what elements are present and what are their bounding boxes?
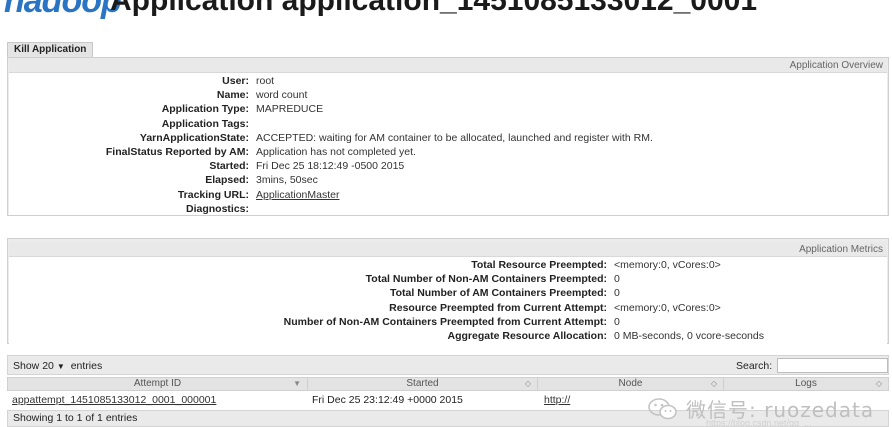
sort-both-icon: ◇ (524, 379, 531, 388)
overview-key: YarnApplicationState: (139, 131, 249, 144)
metrics-value: 0 (614, 273, 620, 286)
attempt-started-cell: Fri Dec 25 23:12:49 +0000 2015 (312, 394, 463, 406)
sort-both-icon: ◇ (710, 379, 717, 388)
metrics-value: 0 MB-seconds, 0 vcore-seconds (614, 329, 764, 342)
page-title: Application application_1451085133012_00… (110, 0, 758, 17)
metrics-key: Resource Preempted from Current Attempt: (389, 301, 607, 314)
overview-row-tracking-url: Tracking URL: ApplicationMaster (9, 188, 887, 202)
overview-key: Application Type: (161, 103, 249, 116)
overview-key: FinalStatus Reported by AM: (105, 145, 249, 158)
column-header-node[interactable]: Node ◇ (538, 378, 724, 390)
overview-key: Tracking URL: (177, 188, 249, 201)
metrics-heading: Application Metrics (9, 242, 887, 257)
overview-row-finalstatus: FinalStatus Reported by AM: Application h… (9, 145, 887, 159)
metrics-key: Total Number of AM Containers Preempted: (389, 287, 607, 300)
overview-row-name: Name: word count (9, 88, 887, 102)
metrics-key: Total Resource Preempted: (471, 259, 607, 271)
metrics-key: Aggregate Resource Allocation: (447, 329, 607, 342)
column-label: Logs (795, 378, 817, 389)
dropdown-caret-icon: ▼ (56, 362, 65, 371)
overview-value: Application has not completed yet. (256, 145, 416, 158)
overview-key: Name: (216, 89, 249, 102)
kill-application-tab[interactable]: Kill Application (7, 42, 94, 57)
overview-value: root (256, 75, 275, 87)
entries-length-control: Show 20 ▼ entries (13, 357, 102, 376)
overview-row-diagnostics: Diagnostics: (9, 202, 887, 216)
overview-row-user: User: root (9, 74, 887, 88)
column-label: Attempt ID (133, 378, 182, 389)
metrics-key: Number of Non-AM Containers Preempted fr… (283, 315, 607, 328)
column-header-attempt-id[interactable]: Attempt ID ▼ (8, 378, 308, 390)
table-info: Showing 1 to 1 of 1 entries (7, 410, 889, 427)
overview-key: User: (222, 75, 249, 87)
overview-row-started: Started: Fri Dec 25 18:12:49 -0500 2015 (9, 159, 887, 173)
overview-heading: Application Overview (9, 58, 887, 73)
application-metrics-panel: Application Metrics Total Resource Preem… (7, 238, 889, 346)
page-header: hadoop Application application_145108513… (0, 0, 892, 32)
metrics-row: Number of Non-AM Containers Preempted fr… (9, 315, 887, 329)
metrics-row: Total Number of AM Containers Preempted:… (9, 286, 887, 300)
overview-row-state: YarnApplicationState: ACCEPTED: waiting f… (9, 131, 887, 145)
overview-value: Fri Dec 25 18:12:49 -0500 2015 (256, 160, 405, 173)
search-input[interactable] (777, 358, 888, 373)
metrics-value: <memory:0, vCores:0> (614, 259, 721, 271)
metrics-row: Total Number of Non-AM Containers Preemp… (9, 272, 887, 286)
metrics-value: <memory:0, vCores:0> (614, 301, 721, 314)
sort-desc-icon: ▼ (293, 379, 301, 388)
application-overview-panel: Application Overview User: root Name: word… (7, 57, 889, 216)
metrics-value: 0 (614, 315, 620, 328)
overview-value: ACCEPTED: waiting for AM container to be… (256, 131, 653, 144)
overview-key: Application Tags: (161, 117, 249, 130)
metrics-row: Aggregate Resource Allocation: 0 MB-secon… (9, 329, 887, 343)
logo-text: hadoop (4, 0, 122, 20)
attempts-table-toolbar: Show 20 ▼ entries Search: (7, 355, 889, 375)
sort-both-icon: ◇ (875, 379, 882, 388)
entries-label: entries (70, 360, 103, 372)
overview-value: MAPREDUCE (256, 103, 324, 116)
overview-key: Diagnostics: (185, 202, 249, 215)
hadoop-logo[interactable]: hadoop (4, 0, 122, 20)
overview-value: 3mins, 50sec (256, 174, 318, 187)
metrics-row: Total Resource Preempted: <memory:0, vCor… (9, 258, 887, 272)
overview-value: word count (256, 89, 308, 102)
column-label: Node (618, 378, 643, 389)
metrics-row: Resource Preempted from Current Attempt:… (9, 301, 887, 315)
overview-row-type: Application Type: MAPREDUCE (9, 102, 887, 116)
overview-row-tags: Application Tags: (9, 117, 887, 131)
overview-row-elapsed: Elapsed: 3mins, 50sec (9, 173, 887, 187)
overview-key: Started: (209, 160, 249, 173)
column-label: Started (406, 378, 439, 389)
metrics-key: Total Number of Non-AM Containers Preemp… (365, 273, 607, 286)
metrics-value: 0 (614, 287, 620, 300)
logs-cell[interactable] (723, 392, 887, 408)
overview-key: Elapsed: (205, 174, 249, 187)
column-header-logs[interactable]: Logs ◇ (724, 378, 888, 390)
attempt-id-link[interactable]: appattempt_1451085133012_0001_000001 (7, 392, 307, 408)
entries-select-value: 20 (42, 360, 54, 372)
show-label: Show (13, 360, 40, 372)
entries-select[interactable]: 20 ▼ (42, 360, 68, 372)
node-link[interactable]: http:// (537, 392, 723, 408)
search-label: Search: (736, 360, 773, 372)
column-header-started[interactable]: Started ◇ (308, 378, 538, 390)
attempts-table-header: Attempt ID ▼ Started ◇ Node ◇ Logs ◇ (7, 377, 889, 391)
table-row: appattempt_1451085133012_0001_000001 Fri… (7, 392, 889, 408)
tracking-url-link[interactable]: ApplicationMaster (256, 188, 339, 202)
